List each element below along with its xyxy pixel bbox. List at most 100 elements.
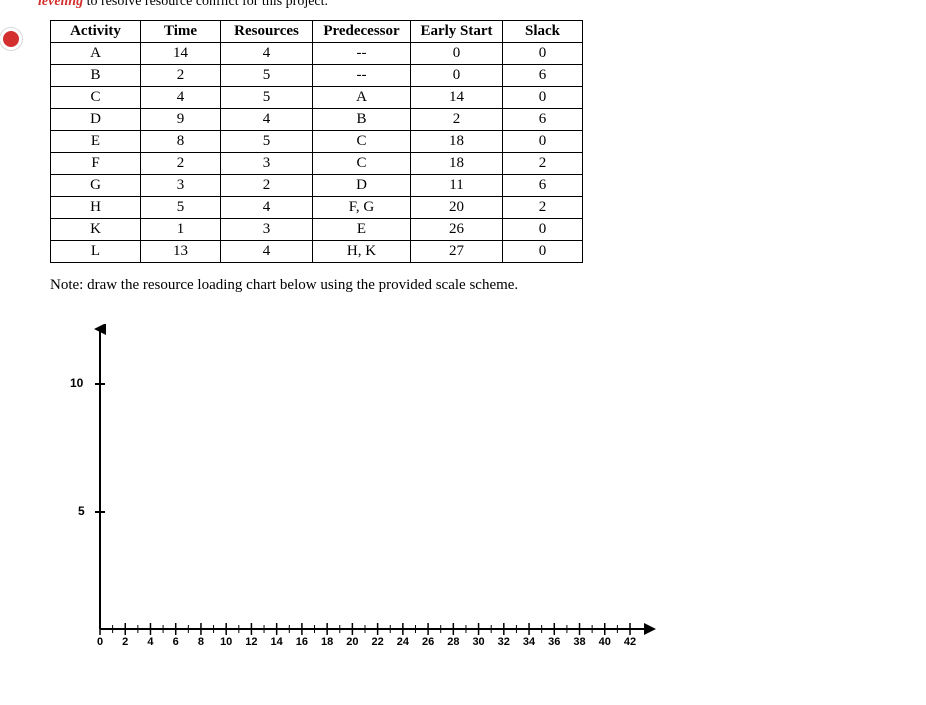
table-cell: -- xyxy=(313,43,411,65)
table-row: F23C182 xyxy=(51,153,583,175)
table-cell: 18 xyxy=(411,153,503,175)
y-tick-5: 5 xyxy=(78,504,85,518)
x-tick-label: 38 xyxy=(573,636,585,648)
table-row: D94B26 xyxy=(51,109,583,131)
table-cell: D xyxy=(313,175,411,197)
red-dot-marker xyxy=(0,28,22,50)
table-cell: E xyxy=(313,219,411,241)
table-row: L134H, K270 xyxy=(51,241,583,263)
x-tick-label: 24 xyxy=(397,636,409,648)
x-tick-label: 36 xyxy=(548,636,560,648)
x-tick-label: 28 xyxy=(447,636,459,648)
table-cell: 13 xyxy=(141,241,221,263)
table-cell: 14 xyxy=(411,87,503,109)
table-cell: 4 xyxy=(141,87,221,109)
table-cell: 9 xyxy=(141,109,221,131)
table-cell: 0 xyxy=(411,43,503,65)
table-cell: A xyxy=(313,87,411,109)
table-cell: H xyxy=(51,197,141,219)
table-cell: E xyxy=(51,131,141,153)
header-resources: Resources xyxy=(221,21,313,43)
x-tick-label: 18 xyxy=(321,636,333,648)
table-cell: 4 xyxy=(221,43,313,65)
table-cell: 8 xyxy=(141,131,221,153)
table-cell: B xyxy=(51,65,141,87)
table-cell: 3 xyxy=(221,219,313,241)
table-cell: 6 xyxy=(503,65,583,87)
table-cell: 5 xyxy=(141,197,221,219)
chart-axes-svg xyxy=(50,324,670,644)
leveling-word: leveling xyxy=(38,0,83,9)
header-slack: Slack xyxy=(503,21,583,43)
table-row: H54F, G202 xyxy=(51,197,583,219)
table-cell: B xyxy=(313,109,411,131)
table-cell: 3 xyxy=(141,175,221,197)
table-cell: 2 xyxy=(503,153,583,175)
table-cell: -- xyxy=(313,65,411,87)
table-cell: C xyxy=(313,131,411,153)
x-tick-label: 4 xyxy=(147,636,153,648)
table-cell: 0 xyxy=(503,241,583,263)
x-tick-label: 8 xyxy=(198,636,204,648)
table-cell: D xyxy=(51,109,141,131)
table-cell: 27 xyxy=(411,241,503,263)
header-activity: Activity xyxy=(51,21,141,43)
table-cell: 4 xyxy=(221,109,313,131)
table-row: E85C180 xyxy=(51,131,583,153)
table-row: C45A140 xyxy=(51,87,583,109)
table-cell: 2 xyxy=(221,175,313,197)
table-header-row: Activity Time Resources Predecessor Earl… xyxy=(51,21,583,43)
table-cell: 2 xyxy=(503,197,583,219)
table-cell: 4 xyxy=(221,241,313,263)
table-cell: 0 xyxy=(503,43,583,65)
instruction-remainder: to resolve resource conflict for this pr… xyxy=(83,0,328,9)
x-tick-label: 2 xyxy=(122,636,128,648)
table-cell: 5 xyxy=(221,131,313,153)
table-cell: A xyxy=(51,43,141,65)
x-tick-label: 20 xyxy=(346,636,358,648)
table-cell: 2 xyxy=(141,65,221,87)
table-row: G32D116 xyxy=(51,175,583,197)
x-tick-label: 22 xyxy=(371,636,383,648)
table-cell: 0 xyxy=(411,65,503,87)
table-cell: C xyxy=(313,153,411,175)
x-tick-label: 16 xyxy=(296,636,308,648)
header-earlystart: Early Start xyxy=(411,21,503,43)
y-tick-10: 10 xyxy=(70,376,83,390)
x-tick-label: 12 xyxy=(245,636,257,648)
table-cell: 4 xyxy=(221,197,313,219)
header-predecessor: Predecessor xyxy=(313,21,411,43)
table-cell: 2 xyxy=(141,153,221,175)
table-cell: K xyxy=(51,219,141,241)
x-tick-label: 14 xyxy=(271,636,283,648)
table-cell: 14 xyxy=(141,43,221,65)
x-tick-label: 10 xyxy=(220,636,232,648)
table-cell: 6 xyxy=(503,109,583,131)
x-tick-label: 40 xyxy=(599,636,611,648)
table-cell: F xyxy=(51,153,141,175)
note-text: Note: draw the resource loading chart be… xyxy=(50,277,926,294)
table-cell: C xyxy=(51,87,141,109)
x-tick-label: 42 xyxy=(624,636,636,648)
table-row: A144--00 xyxy=(51,43,583,65)
table-cell: 6 xyxy=(503,175,583,197)
table-cell: 18 xyxy=(411,131,503,153)
table-cell: F, G xyxy=(313,197,411,219)
table-cell: 0 xyxy=(503,219,583,241)
x-tick-label: 26 xyxy=(422,636,434,648)
header-time: Time xyxy=(141,21,221,43)
activity-table: Activity Time Resources Predecessor Earl… xyxy=(50,20,583,263)
table-cell: H, K xyxy=(313,241,411,263)
x-tick-label: 0 xyxy=(97,636,103,648)
x-tick-label: 34 xyxy=(523,636,535,648)
table-cell: L xyxy=(51,241,141,263)
table-cell: 2 xyxy=(411,109,503,131)
x-tick-label: 30 xyxy=(472,636,484,648)
table-cell: 1 xyxy=(141,219,221,241)
partial-instruction-text: leveling to resolve resource conflict fo… xyxy=(0,0,926,10)
table-cell: 26 xyxy=(411,219,503,241)
table-cell: 5 xyxy=(221,87,313,109)
table-row: K13E260 xyxy=(51,219,583,241)
resource-loading-chart: 10 5 02468101214161820222426283032343638… xyxy=(50,324,670,664)
table-cell: 11 xyxy=(411,175,503,197)
